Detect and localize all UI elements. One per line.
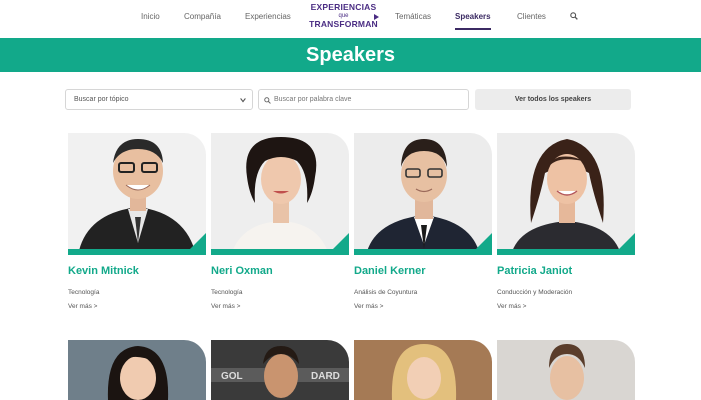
speaker-photo[interactable] [68, 133, 206, 255]
see-more-link[interactable]: Ver más > [354, 303, 383, 310]
logo-line-2: que [338, 12, 349, 19]
logo-arrow-icon [374, 14, 379, 20]
speaker-card[interactable]: Patricia Janiot Conducción y Moderación … [497, 133, 635, 313]
speaker-photo[interactable] [497, 133, 635, 255]
speaker-card[interactable]: Kevin Mitnick Tecnología Ver más > [68, 133, 206, 313]
see-more-link[interactable]: Ver más > [211, 303, 240, 310]
nav-item-inicio[interactable]: Inicio [141, 12, 160, 21]
speaker-topic: Conducción y Moderación [497, 289, 573, 296]
speaker-card[interactable]: Neri Oxman Tecnología Ver más > [211, 133, 349, 313]
svg-text:GOL: GOL [221, 371, 243, 382]
brand-logo[interactable]: EXPERIENCIAS que TRANSFORMAN [308, 3, 379, 33]
speaker-topic: Tecnología [211, 289, 243, 296]
speaker-photo[interactable] [68, 340, 206, 400]
speaker-photo[interactable] [211, 133, 349, 255]
speaker-photo[interactable] [354, 340, 492, 400]
keyword-search-placeholder: Buscar por palabra clave [274, 96, 352, 103]
page-title: Speakers [306, 44, 395, 66]
search-icon[interactable] [570, 12, 578, 20]
logo-line-3: TRANSFORMAN [309, 18, 378, 29]
speaker-card[interactable]: Daniel Kerner Análisis de Coyuntura Ver … [354, 133, 492, 313]
search-icon [264, 97, 271, 104]
nav-item-tematicas[interactable]: Temáticas [395, 12, 431, 21]
logo-line-1: EXPERIENCIAS [310, 2, 377, 12]
nav-item-experiencias[interactable]: Experiencias [245, 12, 291, 21]
speaker-name[interactable]: Patricia Janiot [497, 265, 572, 277]
chevron-down-icon [240, 98, 246, 103]
page-banner: Speakers [0, 38, 701, 72]
topic-select[interactable]: Buscar por tópico [65, 89, 253, 110]
topic-select-value: Buscar por tópico [74, 96, 129, 103]
nav-item-speakers[interactable]: Speakers [455, 12, 491, 21]
see-more-link[interactable]: Ver más > [68, 303, 97, 310]
speaker-name[interactable]: Kevin Mitnick [68, 265, 139, 277]
speaker-photo[interactable] [497, 340, 635, 400]
active-nav-underline [455, 28, 491, 30]
nav-item-compania[interactable]: Compañía [184, 12, 221, 21]
top-navigation: Inicio Compañía Experiencias EXPERIENCIA… [0, 0, 701, 38]
keyword-search-input[interactable]: Buscar por palabra clave [258, 89, 469, 110]
speaker-name[interactable]: Neri Oxman [211, 265, 273, 277]
nav-item-clientes[interactable]: Clientes [517, 12, 546, 21]
svg-text:DARD: DARD [311, 371, 340, 382]
speaker-name[interactable]: Daniel Kerner [354, 265, 426, 277]
speaker-photo[interactable]: GOL DARD [211, 340, 349, 400]
see-more-link[interactable]: Ver más > [497, 303, 526, 310]
view-all-speakers-button[interactable]: Ver todos los speakers [475, 89, 631, 110]
speaker-topic: Análisis de Coyuntura [354, 289, 418, 296]
speaker-photo[interactable] [354, 133, 492, 255]
speaker-topic: Tecnología [68, 289, 100, 296]
